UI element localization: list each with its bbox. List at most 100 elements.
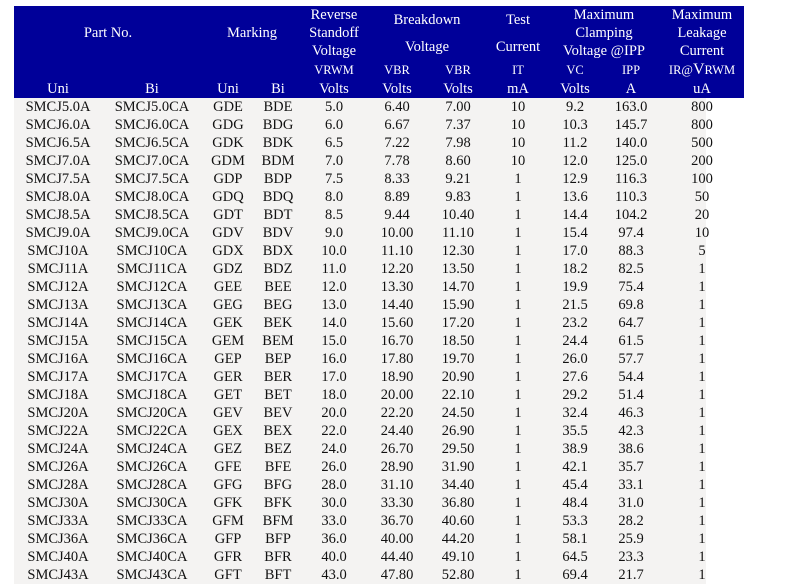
header-line: Leakage (677, 25, 727, 41)
cell-vc: 26.0 (562, 351, 588, 367)
cell-part-uni: SMCJ9.0A (25, 225, 91, 241)
cell-marking-uni: GDT (213, 207, 243, 223)
cell-ipp: 21.7 (618, 567, 644, 583)
cell-part-uni: SMCJ26A (27, 459, 89, 475)
cell-it: 10 (510, 135, 526, 151)
cell-ir: 20 (694, 207, 710, 223)
header-line: Current (679, 43, 725, 59)
cell-marking-bi: BDK (262, 135, 294, 151)
symbol-vbr-max: VBR (428, 60, 488, 79)
cell-marking-bi: BEK (263, 315, 293, 331)
cell-marking-bi: BDG (262, 117, 294, 133)
unit-vrwm: Volts (302, 79, 366, 98)
cell-marking-uni: GEM (211, 333, 245, 349)
cell-it: 1 (514, 333, 522, 349)
unit-part-bi: Bi (102, 79, 202, 98)
cell-ipp: 33.1 (618, 477, 644, 493)
table-row: SMCJ33A SMCJ33CA GFM BFM 33.0 36.70 40.60 1 53.3… (14, 512, 744, 530)
cell-vrwm: 13.0 (321, 297, 347, 313)
cell-marking-uni: GDM (211, 153, 245, 169)
cell-vbr-min: 22.20 (380, 405, 414, 421)
cell-marking-bi: BDM (261, 153, 295, 169)
cell-vbr-max: 7.98 (445, 135, 471, 151)
cell-marking-uni: GFK (213, 495, 243, 511)
cell-ir: 1 (698, 495, 706, 511)
cell-part-uni: SMCJ7.5A (25, 171, 91, 187)
cell-vbr-max: 40.60 (441, 513, 475, 529)
cell-marking-uni: GEK (213, 315, 243, 331)
cell-vc: 38.9 (562, 441, 588, 457)
unit-marking-bi: Bi (254, 79, 302, 98)
cell-it: 1 (514, 567, 522, 583)
cell-marking-bi: BEV (263, 405, 293, 421)
symbol-ir-prefix: IR@ (668, 63, 693, 77)
header-max-leakage-current: Maximum Leakage Current (660, 6, 744, 60)
cell-vrwm: 10.0 (321, 243, 347, 259)
cell-vrwm: 17.0 (321, 369, 347, 385)
header-spacer (102, 60, 202, 79)
table-row: SMCJ30A SMCJ30CA GFK BFK 30.0 33.30 36.80 1 48.4… (14, 494, 744, 512)
cell-vbr-max: 14.70 (441, 279, 475, 295)
cell-ir: 50 (694, 189, 710, 205)
cell-it: 1 (514, 549, 522, 565)
header-reverse-standoff-voltage: Reverse Standoff Voltage (302, 6, 366, 60)
cell-part-uni: SMCJ8.0A (25, 189, 91, 205)
header-breakdown-voltage: Breakdown Voltage (366, 6, 488, 60)
cell-part-bi: SMCJ6.5CA (114, 135, 190, 151)
cell-it: 1 (514, 369, 522, 385)
cell-ipp: 97.4 (618, 225, 644, 241)
cell-vbr-max: 29.50 (441, 441, 475, 457)
cell-vbr-min: 31.10 (380, 477, 414, 493)
symbol-ir-suffix: RWM (704, 63, 736, 77)
cell-vbr-max: 7.37 (445, 117, 471, 133)
cell-vbr-min: 18.90 (380, 369, 414, 385)
unit-it: mA (488, 79, 548, 98)
table-row: SMCJ24A SMCJ24CA GEZ BEZ 24.0 26.70 29.50 1 38.9… (14, 440, 744, 458)
cell-marking-bi: BDX (262, 243, 294, 259)
cell-ir: 1 (698, 261, 706, 277)
cell-part-bi: SMCJ33CA (116, 513, 188, 529)
table-row: SMCJ6.5A SMCJ6.5CA GDK BDK 6.5 7.22 7.98 10 11.2… (14, 134, 744, 152)
header-marking: Marking (202, 6, 302, 60)
cell-part-bi: SMCJ12CA (116, 279, 188, 295)
cell-it: 1 (514, 387, 522, 403)
cell-part-uni: SMCJ15A (27, 333, 89, 349)
cell-vbr-max: 9.21 (445, 171, 471, 187)
cell-it: 1 (514, 513, 522, 529)
cell-ipp: 116.3 (614, 171, 648, 187)
cell-vrwm: 7.5 (324, 171, 344, 187)
cell-it: 1 (514, 477, 522, 493)
cell-ir: 1 (698, 423, 706, 439)
cell-vbr-min: 10.00 (380, 225, 414, 241)
cell-vc: 12.9 (562, 171, 588, 187)
header-spacer (14, 60, 102, 79)
symbol-ipp: IPP (602, 60, 660, 79)
header-line: Breakdown (393, 11, 461, 28)
cell-marking-bi: BFG (263, 477, 293, 493)
cell-ipp: 54.4 (618, 369, 644, 385)
cell-marking-uni: GDG (212, 117, 244, 133)
cell-it: 1 (514, 405, 522, 421)
table-row: SMCJ7.0A SMCJ7.0CA GDM BDM 7.0 7.78 8.60 10 12.0… (14, 152, 744, 170)
cell-part-uni: SMCJ13A (27, 297, 89, 313)
cell-vbr-max: 52.80 (441, 567, 475, 583)
cell-ipp: 42.3 (618, 423, 644, 439)
cell-marking-uni: GDE (213, 99, 243, 115)
cell-vbr-max: 10.40 (441, 207, 475, 223)
cell-ipp: 140.0 (614, 135, 648, 151)
table-row: SMCJ11A SMCJ11CA GDZ BDZ 11.0 12.20 13.50 1 18.2… (14, 260, 744, 278)
cell-vrwm: 6.0 (324, 117, 344, 133)
cell-marking-uni: GEX (213, 423, 243, 439)
cell-vbr-min: 6.40 (384, 99, 410, 115)
cell-vc: 18.2 (562, 261, 588, 277)
header-line: Voltage @IPP (563, 43, 645, 59)
cell-part-bi: SMCJ6.0CA (114, 117, 190, 133)
cell-vrwm: 8.0 (324, 189, 344, 205)
cell-part-bi: SMCJ14CA (116, 315, 188, 331)
cell-part-bi: SMCJ17CA (116, 369, 188, 385)
cell-vc: 53.3 (562, 513, 588, 529)
table-row: SMCJ26A SMCJ26CA GFE BFE 26.0 28.90 31.90 1 42.1… (14, 458, 744, 476)
table-row: SMCJ43A SMCJ43CA GFT BFT 43.0 47.80 52.80 1 69.4… (14, 566, 744, 584)
cell-vbr-min: 17.80 (380, 351, 414, 367)
cell-vbr-min: 7.22 (384, 135, 410, 151)
